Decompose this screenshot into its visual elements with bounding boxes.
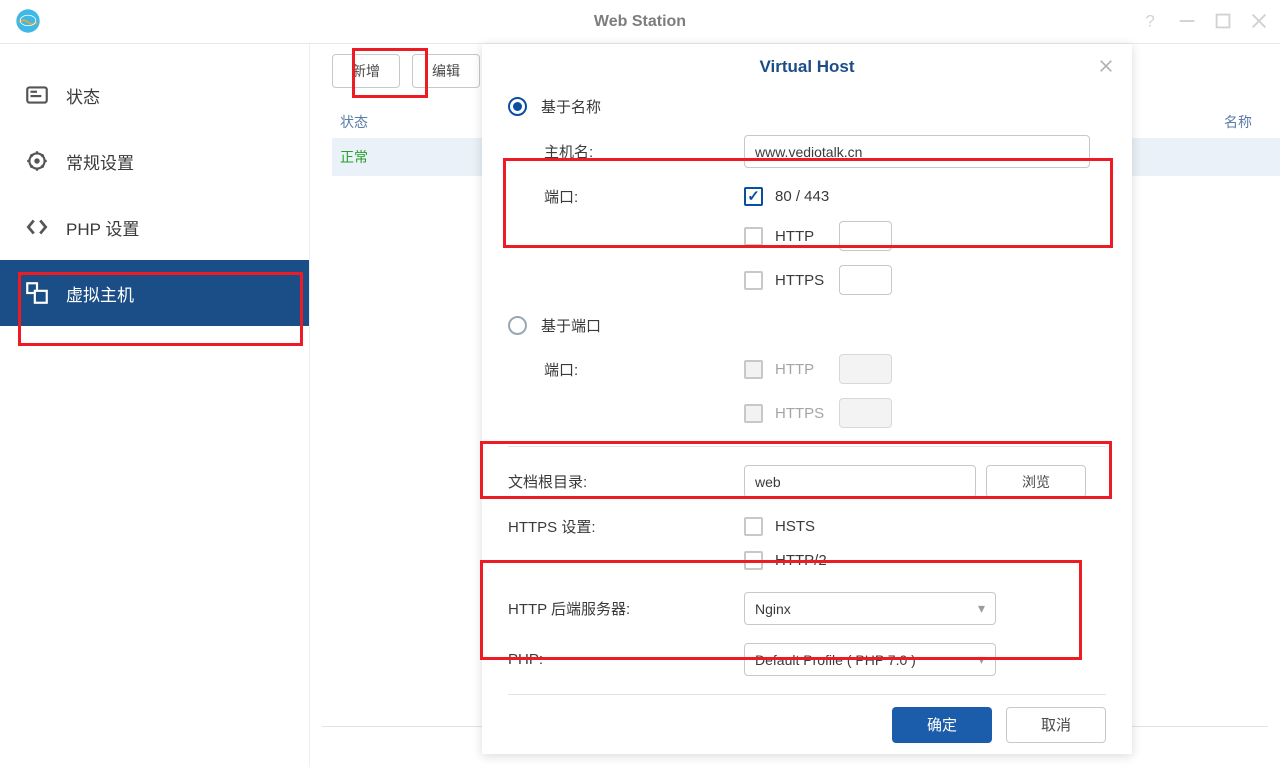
titlebar: Web Station ? [0, 0, 1280, 44]
http-label2: HTTP [775, 361, 825, 378]
https-port-input[interactable] [839, 265, 892, 295]
port-default-checkbox[interactable] [744, 187, 763, 206]
close-icon[interactable] [1248, 10, 1270, 32]
port-default-label: 80 / 443 [775, 188, 829, 205]
port-label2: 端口: [544, 359, 744, 380]
browse-button[interactable]: 浏览 [986, 465, 1086, 498]
sidebar-item-status[interactable]: 状态 [0, 62, 309, 128]
https-label: HTTPS [775, 272, 825, 289]
sidebar-item-label: 常规设置 [66, 149, 134, 174]
https-settings-label: HTTPS 设置: [508, 516, 744, 537]
vhost-icon [24, 280, 50, 306]
status-value: 正常 [340, 147, 368, 167]
http2-checkbox[interactable] [744, 551, 763, 570]
http-label: HTTP [775, 228, 825, 245]
sidebar-item-label: PHP 设置 [66, 215, 139, 240]
radio-label: 基于名称 [541, 96, 601, 117]
code-icon [24, 214, 50, 240]
close-icon[interactable] [1098, 58, 1114, 79]
php-select[interactable]: Default Profile ( PHP 7.0 ) ▾ [744, 643, 996, 676]
php-value: Default Profile ( PHP 7.0 ) [755, 652, 916, 668]
virtual-host-dialog: Virtual Host 基于名称 主机名: 端口: 80 / 443 HTTP… [482, 44, 1132, 754]
radio-port-based[interactable] [508, 316, 527, 335]
radio-label: 基于端口 [541, 315, 601, 336]
sidebar: 状态 常规设置 PHP 设置 虚拟主机 [0, 44, 310, 767]
status-icon [24, 82, 50, 108]
cancel-button[interactable]: 取消 [1006, 707, 1106, 743]
http-checkbox[interactable] [744, 227, 763, 246]
http-port-input[interactable] [839, 221, 892, 251]
ok-button[interactable]: 确定 [892, 707, 992, 743]
http-checkbox-disabled [744, 360, 763, 379]
hsts-checkbox[interactable] [744, 517, 763, 536]
col-status[interactable]: 状态 [340, 112, 470, 132]
docroot-input[interactable] [744, 465, 976, 498]
radio-name-based[interactable] [508, 97, 527, 116]
backend-select[interactable]: Nginx ▾ [744, 592, 996, 625]
dialog-title: Virtual Host [759, 57, 854, 77]
php-label: PHP: [508, 651, 744, 668]
app-icon [15, 8, 41, 34]
hostname-label: 主机名: [544, 141, 744, 162]
minimize-icon[interactable] [1176, 10, 1198, 32]
sidebar-item-label: 虚拟主机 [66, 281, 134, 306]
https-checkbox-disabled [744, 404, 763, 423]
sidebar-item-virtualhost[interactable]: 虚拟主机 [0, 260, 309, 326]
sidebar-item-general[interactable]: 常规设置 [0, 128, 309, 194]
http-port-disabled [839, 354, 892, 384]
backend-value: Nginx [755, 601, 791, 617]
col-name[interactable]: 名称 [1224, 112, 1280, 132]
https-port-disabled [839, 398, 892, 428]
backend-label: HTTP 后端服务器: [508, 598, 744, 619]
sidebar-item-php[interactable]: PHP 设置 [0, 194, 309, 260]
http2-label: HTTP/2 [775, 552, 827, 569]
edit-button[interactable]: 编辑 [412, 54, 480, 88]
hostname-input[interactable] [744, 135, 1090, 168]
window-title: Web Station [594, 13, 686, 31]
maximize-icon[interactable] [1212, 10, 1234, 32]
chevron-down-icon: ▾ [978, 651, 985, 668]
gear-icon [24, 148, 50, 174]
add-button[interactable]: 新增 [332, 54, 400, 88]
sidebar-item-label: 状态 [66, 83, 100, 108]
chevron-down-icon: ▾ [978, 600, 985, 617]
port-label: 端口: [544, 186, 744, 207]
hsts-label: HSTS [775, 518, 815, 535]
help-icon[interactable]: ? [1140, 10, 1162, 32]
docroot-label: 文档根目录: [508, 471, 744, 492]
https-label2: HTTPS [775, 405, 825, 422]
https-checkbox[interactable] [744, 271, 763, 290]
svg-text:?: ? [1146, 13, 1155, 31]
